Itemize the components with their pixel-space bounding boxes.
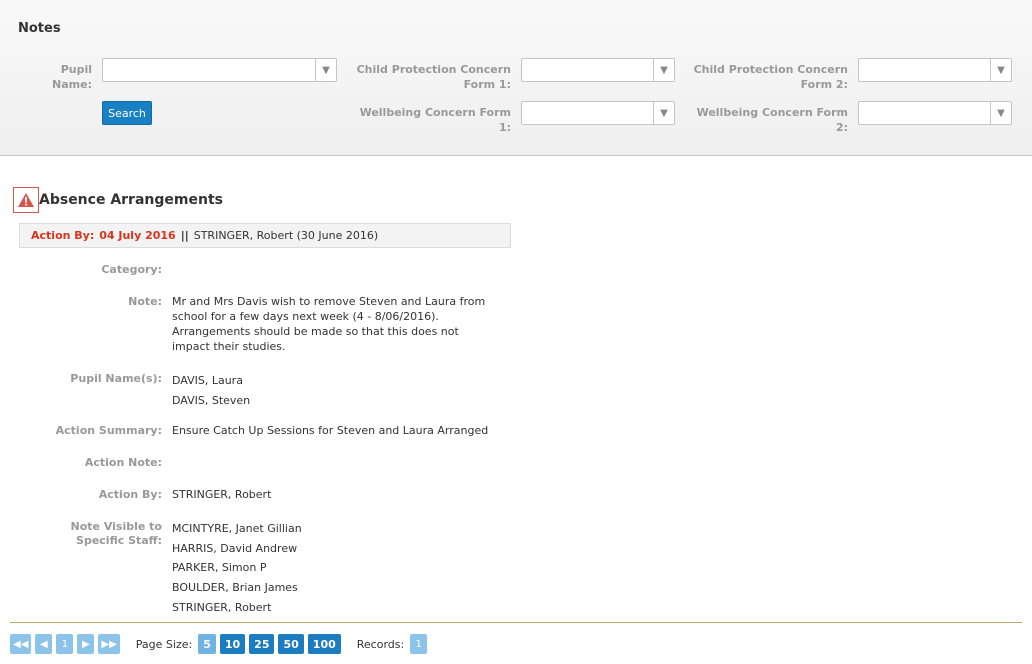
filter-panel: Notes Pupil Name: ▼ Child Protection Con… bbox=[0, 0, 1032, 156]
note-text: Mr and Mrs Davis wish to remove Steven a… bbox=[172, 295, 486, 353]
separator: || bbox=[180, 229, 189, 242]
action-summary-label: Action Summary: bbox=[55, 424, 162, 437]
action-by-date: 04 July 2016 bbox=[99, 229, 176, 242]
page-size-100[interactable]: 100 bbox=[307, 634, 341, 654]
action-by-field-label: Action By: bbox=[98, 488, 162, 501]
chevron-down-icon[interactable]: ▼ bbox=[315, 59, 336, 81]
note-label: Note: bbox=[128, 295, 162, 308]
pupils-label: Pupil Name(s): bbox=[70, 372, 162, 385]
list-item: MCINTYRE, Janet Gillian bbox=[172, 522, 302, 535]
list-item: HARRIS, David Andrew bbox=[172, 541, 298, 555]
chevron-down-icon[interactable]: ▼ bbox=[653, 102, 674, 124]
first-page-icon[interactable]: ◀◀ bbox=[10, 634, 32, 654]
action-by-field-value: STRINGER, Robert bbox=[172, 488, 272, 501]
action-by-label: Action By: bbox=[31, 229, 95, 242]
pupil-name-label: Pupil Name: bbox=[52, 63, 92, 91]
list-item: STRINGER, Robert bbox=[172, 600, 272, 614]
pager: ◀◀ ◀ 1 ▶ ▶▶ Page Size: 5 10 25 50 100 Re… bbox=[10, 633, 431, 655]
pupils-list: DAVIS, Laura DAVIS, Steven bbox=[172, 371, 250, 411]
warning-icon bbox=[13, 187, 39, 213]
category-label: Category: bbox=[101, 263, 162, 276]
wb-form1-label: Wellbeing Concern Form 1: bbox=[359, 106, 511, 134]
wb-form2-label: Wellbeing Concern Form 2: bbox=[696, 106, 848, 134]
visible-staff-label: Note Visible to Specific Staff: bbox=[70, 520, 162, 547]
visible-staff-list: MCINTYRE, Janet Gillian HARRIS, David An… bbox=[172, 519, 302, 618]
action-summary-value: Ensure Catch Up Sessions for Steven and … bbox=[172, 424, 489, 437]
page-title: Notes bbox=[18, 21, 61, 36]
cp-form2-label: Child Protection Concern Form 2: bbox=[693, 63, 848, 91]
chevron-down-icon[interactable]: ▼ bbox=[990, 59, 1011, 81]
divider bbox=[10, 622, 1022, 623]
next-page-icon[interactable]: ▶ bbox=[77, 634, 95, 654]
author-info: STRINGER, Robert (30 June 2016) bbox=[193, 229, 379, 242]
page-size-50[interactable]: 50 bbox=[278, 634, 304, 654]
chevron-down-icon[interactable]: ▼ bbox=[990, 102, 1011, 124]
wb-form2-select[interactable]: ▼ bbox=[858, 101, 1012, 125]
last-page-icon[interactable]: ▶▶ bbox=[98, 634, 120, 654]
current-page-button[interactable]: 1 bbox=[56, 634, 74, 654]
action-bar: Action By: 04 July 2016 || STRINGER, Rob… bbox=[19, 223, 511, 248]
list-item: PARKER, Simon P bbox=[172, 561, 267, 575]
cp-form2-select[interactable]: ▼ bbox=[858, 58, 1012, 82]
list-item: DAVIS, Steven bbox=[172, 394, 251, 407]
cp-form1-select[interactable]: ▼ bbox=[521, 58, 675, 82]
page-size-10[interactable]: 10 bbox=[219, 634, 246, 654]
list-item: DAVIS, Laura bbox=[172, 374, 243, 387]
cp-form1-label: Child Protection Concern Form 1: bbox=[356, 63, 511, 91]
page-size-label: Page Size: bbox=[135, 637, 193, 651]
search-button[interactable]: Search bbox=[102, 101, 152, 125]
records-label: Records: bbox=[356, 637, 405, 651]
action-note-label: Action Note: bbox=[84, 456, 162, 469]
chevron-down-icon[interactable]: ▼ bbox=[653, 59, 674, 81]
pupil-name-select[interactable]: ▼ bbox=[102, 58, 337, 82]
page-size-25[interactable]: 25 bbox=[249, 634, 275, 654]
prev-page-icon[interactable]: ◀ bbox=[35, 634, 53, 654]
records-count: 1 bbox=[410, 634, 428, 654]
page-size-5[interactable]: 5 bbox=[198, 634, 216, 654]
wb-form1-select[interactable]: ▼ bbox=[521, 101, 675, 125]
list-item: BOULDER, Brian James bbox=[172, 581, 298, 595]
note-title: Absence Arrangements bbox=[39, 192, 223, 208]
